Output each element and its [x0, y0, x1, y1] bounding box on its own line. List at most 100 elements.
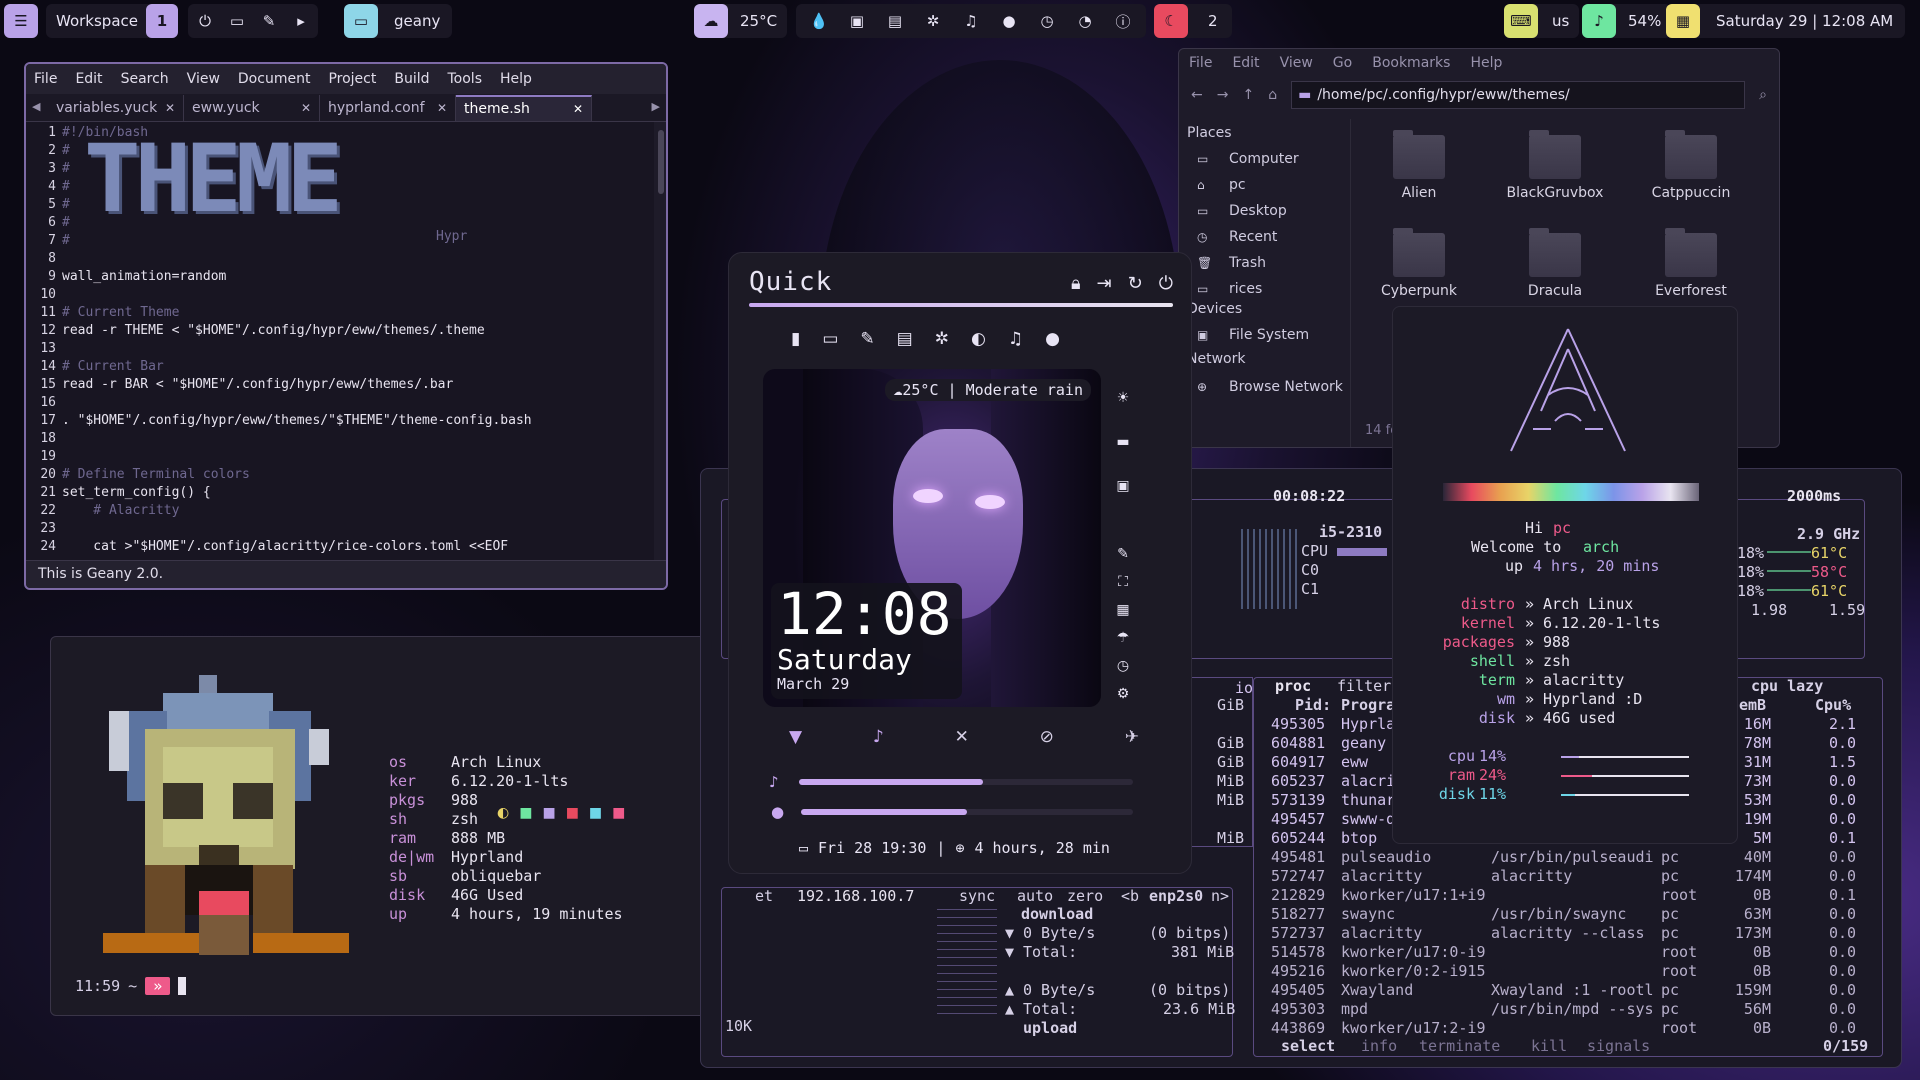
music-icon[interactable]: ♫: [1008, 329, 1023, 349]
tab-eww-yuck[interactable]: eww.yuck ✕: [184, 95, 320, 121]
place-pc[interactable]: ⌂ pc: [1197, 177, 1246, 193]
bookmark-icon[interactable]: ▮: [791, 329, 800, 349]
fm-menu-help[interactable]: Help: [1470, 55, 1502, 71]
proc-kill[interactable]: kill: [1531, 1037, 1567, 1056]
device-filesystem[interactable]: ▣ File System: [1197, 327, 1309, 343]
fm-menu-go[interactable]: Go: [1333, 55, 1352, 71]
close-icon[interactable]: ✕: [301, 101, 311, 115]
proc-name[interactable]: eww: [1341, 753, 1368, 772]
editor-icon[interactable]: ✎: [258, 10, 280, 32]
proc-pid[interactable]: 604881: [1271, 734, 1325, 753]
proc-name[interactable]: mpd: [1341, 1000, 1368, 1019]
workspace-number[interactable]: 1: [146, 4, 178, 38]
folder-item[interactable]: BlackGruvbox: [1495, 130, 1615, 201]
fm-menu-bookmarks[interactable]: Bookmarks: [1372, 55, 1450, 71]
proc-name[interactable]: kworker/u17:0-i9: [1341, 943, 1486, 962]
proc-pid[interactable]: 495405: [1271, 981, 1325, 1000]
fm-menu-file[interactable]: File: [1189, 55, 1212, 71]
proc-pid[interactable]: 212829: [1271, 886, 1325, 905]
place-recent[interactable]: ◷ Recent: [1197, 229, 1277, 245]
proc-pid[interactable]: 495305: [1271, 715, 1325, 734]
notifications-off-icon[interactable]: ⊘: [1040, 727, 1054, 747]
mic-icon[interactable]: ●: [998, 10, 1020, 32]
settings-icon[interactable]: ✲: [922, 10, 944, 32]
proc-terminate[interactable]: terminate: [1419, 1037, 1500, 1056]
menu-edit[interactable]: Edit: [75, 71, 102, 87]
folder-item[interactable]: Cyberpunk: [1359, 228, 1479, 299]
path-bar[interactable]: ▬ /home/pc/.config/hypr/eww/themes/: [1291, 81, 1746, 109]
proc-info[interactable]: info: [1361, 1037, 1397, 1056]
fullscreen-icon[interactable]: ⛶: [1109, 571, 1137, 593]
menu-build[interactable]: Build: [394, 71, 429, 87]
folder-item[interactable]: Everforest: [1631, 228, 1751, 299]
image-icon[interactable]: ▦: [1109, 599, 1137, 621]
place-rices[interactable]: ▭ rices: [1197, 281, 1262, 297]
proc-pid[interactable]: 495303: [1271, 1000, 1325, 1019]
proc-pid[interactable]: 572737: [1271, 924, 1325, 943]
music-icon[interactable]: ♫: [960, 10, 982, 32]
tab-theme-sh[interactable]: theme.sh ✕: [456, 95, 592, 121]
timer-icon[interactable]: ◷: [1109, 655, 1137, 677]
editor-scrollbar[interactable]: [658, 130, 664, 194]
proc-name[interactable]: btop: [1341, 829, 1377, 848]
proc-name[interactable]: alacritty: [1341, 924, 1422, 943]
proc-pid[interactable]: 604917: [1271, 753, 1325, 772]
folder-icon[interactable]: ▭: [226, 10, 248, 32]
fm-menu-view[interactable]: View: [1280, 55, 1313, 71]
proc-filter[interactable]: filter: [1337, 677, 1391, 696]
close-icon[interactable]: ✕: [437, 101, 447, 115]
proc-select[interactable]: select: [1281, 1037, 1335, 1056]
close-icon[interactable]: ✕: [573, 102, 583, 116]
back-icon[interactable]: ←: [1191, 87, 1203, 103]
forward-icon[interactable]: →: [1217, 87, 1229, 103]
folder-item[interactable]: Dracula: [1495, 228, 1615, 299]
search-icon[interactable]: ⌕: [1759, 87, 1767, 103]
image-icon[interactable]: ▣: [846, 10, 868, 32]
net-auto[interactable]: auto: [1017, 887, 1053, 906]
net-sync[interactable]: sync: [959, 887, 995, 906]
display-icon[interactable]: ▣: [1109, 475, 1137, 497]
clock-pill[interactable]: ▦ Saturday 29 | 12:08 AM: [1666, 4, 1906, 38]
proc-name[interactable]: kworker/u17:1+i9: [1341, 886, 1486, 905]
editor-icon[interactable]: ✎: [860, 329, 874, 349]
mic-slider[interactable]: [801, 809, 1133, 815]
timer-icon[interactable]: ◷: [1036, 10, 1058, 32]
proc-name[interactable]: alacritty: [1341, 867, 1422, 886]
proc-pid[interactable]: 495216: [1271, 962, 1325, 981]
tab-scroll-right-icon[interactable]: ▶: [652, 100, 660, 113]
proc-name[interactable]: Xwayland: [1341, 981, 1413, 1000]
close-icon[interactable]: ✕: [165, 101, 175, 115]
col-pid[interactable]: Pid:: [1295, 696, 1331, 715]
place-desktop[interactable]: ▭ Desktop: [1197, 203, 1287, 219]
proc-name[interactable]: swww-d: [1341, 810, 1395, 829]
tab-scroll-left-icon[interactable]: ◀: [32, 100, 40, 113]
net-next[interactable]: n>: [1211, 887, 1229, 906]
menu-view[interactable]: View: [187, 71, 220, 87]
reboot-icon[interactable]: ↻: [1128, 273, 1143, 294]
tab-hyprland-conf[interactable]: hyprland.conf ✕: [320, 95, 456, 121]
proc-name[interactable]: thunar: [1341, 791, 1395, 810]
proc-name[interactable]: kworker/u17:2-i9: [1341, 1019, 1486, 1038]
tab-variables-yuck[interactable]: variables.yuck ✕: [48, 95, 184, 121]
headset-icon[interactable]: ♪: [873, 727, 884, 747]
gear-icon[interactable]: ⚙: [1109, 683, 1137, 705]
keyboard-pill[interactable]: ⌨ us: [1504, 4, 1580, 38]
proc-signals[interactable]: signals: [1587, 1037, 1650, 1056]
speed-icon[interactable]: ◔: [1074, 10, 1096, 32]
files-icon[interactable]: ▤: [897, 329, 913, 349]
proc-pid[interactable]: 605237: [1271, 772, 1325, 791]
place-trash[interactable]: 🗑︎ Trash: [1197, 255, 1266, 271]
proc-pid[interactable]: 514578: [1271, 943, 1325, 962]
proc-name[interactable]: alacri: [1341, 772, 1395, 791]
col-mem[interactable]: emB: [1739, 696, 1766, 715]
proc-name[interactable]: swaync: [1341, 905, 1395, 924]
menu-help[interactable]: Help: [500, 71, 532, 87]
place-computer[interactable]: ▭ Computer: [1197, 151, 1299, 167]
up-icon[interactable]: ↑: [1242, 87, 1254, 103]
shutdown-icon[interactable]: ⏻: [1159, 273, 1173, 294]
network-browse[interactable]: ⊕ Browse Network: [1197, 379, 1343, 395]
proc-name[interactable]: pulseaudio: [1341, 848, 1431, 867]
info-icon[interactable]: ⓘ: [1112, 10, 1134, 32]
wifi-icon[interactable]: ▼: [789, 727, 802, 747]
net-prev[interactable]: <b: [1121, 887, 1139, 906]
